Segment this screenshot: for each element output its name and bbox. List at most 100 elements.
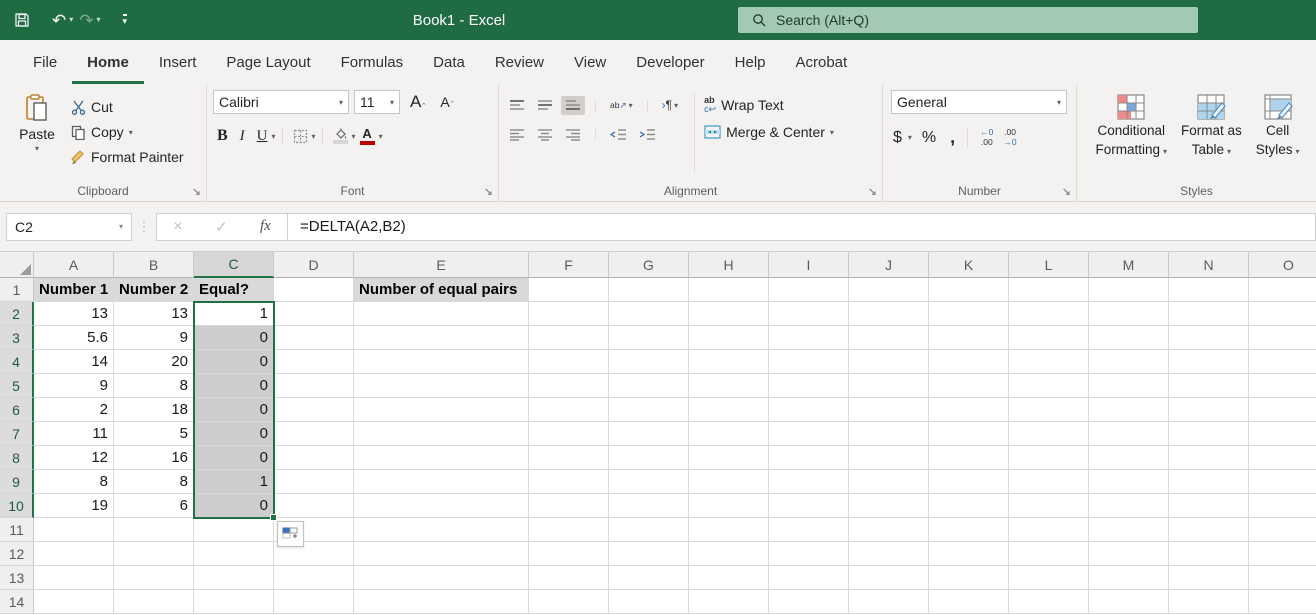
cell-E8[interactable] xyxy=(354,446,529,470)
cell-O4[interactable] xyxy=(1249,350,1316,374)
cell-M8[interactable] xyxy=(1089,446,1169,470)
cell-G2[interactable] xyxy=(609,302,689,326)
cell-J3[interactable] xyxy=(849,326,929,350)
cell-I11[interactable] xyxy=(769,518,849,542)
search-box[interactable]: Search (Alt+Q) xyxy=(738,7,1198,33)
cell-E11[interactable] xyxy=(354,518,529,542)
cell-K14[interactable] xyxy=(929,590,1009,614)
row-header-13[interactable]: 13 xyxy=(0,566,34,590)
cell-E6[interactable] xyxy=(354,398,529,422)
cell-O9[interactable] xyxy=(1249,470,1316,494)
font-color-button[interactable]: A xyxy=(356,124,379,148)
cell-A1[interactable]: Number 1 xyxy=(34,278,114,302)
row-header-14[interactable]: 14 xyxy=(0,590,34,614)
cell-M9[interactable] xyxy=(1089,470,1169,494)
row-header-11[interactable]: 11 xyxy=(0,518,34,542)
grow-font-button[interactable]: Aˆ xyxy=(405,90,430,114)
tab-file[interactable]: File xyxy=(18,40,72,84)
accounting-dropdown-icon[interactable]: ▾ xyxy=(908,133,912,142)
cell-L6[interactable] xyxy=(1009,398,1089,422)
save-button[interactable] xyxy=(14,12,30,28)
cell-B12[interactable] xyxy=(114,542,194,566)
tab-developer[interactable]: Developer xyxy=(621,40,719,84)
cell-M11[interactable] xyxy=(1089,518,1169,542)
cell-N3[interactable] xyxy=(1169,326,1249,350)
cell-N7[interactable] xyxy=(1169,422,1249,446)
cell-D3[interactable] xyxy=(274,326,354,350)
cell-J2[interactable] xyxy=(849,302,929,326)
row-header-5[interactable]: 5 xyxy=(0,374,34,398)
row-header-4[interactable]: 4 xyxy=(0,350,34,374)
cell-N14[interactable] xyxy=(1169,590,1249,614)
cell-N11[interactable] xyxy=(1169,518,1249,542)
column-header-C[interactable]: C xyxy=(194,252,274,278)
decrease-indent-button[interactable] xyxy=(606,125,631,144)
cell-C10[interactable]: 0 xyxy=(194,494,274,518)
merge-center-button[interactable]: Merge & Center ▾ xyxy=(701,123,837,141)
cell-L13[interactable] xyxy=(1009,566,1089,590)
fill-handle[interactable] xyxy=(270,514,277,521)
cell-H4[interactable] xyxy=(689,350,769,374)
cell-F9[interactable] xyxy=(529,470,609,494)
cell-D5[interactable] xyxy=(274,374,354,398)
column-header-A[interactable]: A xyxy=(34,252,114,278)
row-header-1[interactable]: 1 xyxy=(0,278,34,302)
cell-J13[interactable] xyxy=(849,566,929,590)
cell-I13[interactable] xyxy=(769,566,849,590)
cell-C7[interactable]: 0 xyxy=(194,422,274,446)
cell-L4[interactable] xyxy=(1009,350,1089,374)
conditional-formatting-button[interactable]: Conditional Formatting▾ xyxy=(1095,90,1167,177)
cell-K13[interactable] xyxy=(929,566,1009,590)
increase-decimal-button[interactable]: ←0 .00 xyxy=(976,125,997,151)
cell-E4[interactable] xyxy=(354,350,529,374)
cell-B7[interactable]: 5 xyxy=(114,422,194,446)
cell-H3[interactable] xyxy=(689,326,769,350)
cell-F12[interactable] xyxy=(529,542,609,566)
cell-A6[interactable]: 2 xyxy=(34,398,114,422)
cell-G8[interactable] xyxy=(609,446,689,470)
cell-J12[interactable] xyxy=(849,542,929,566)
cell-A3[interactable]: 5.6 xyxy=(34,326,114,350)
row-header-6[interactable]: 6 xyxy=(0,398,34,422)
cell-K9[interactable] xyxy=(929,470,1009,494)
cell-F8[interactable] xyxy=(529,446,609,470)
redo-dropdown-icon[interactable]: ▾ xyxy=(97,16,101,24)
fill-color-button[interactable] xyxy=(329,125,352,147)
row-header-12[interactable]: 12 xyxy=(0,542,34,566)
cell-D10[interactable] xyxy=(274,494,354,518)
cell-styles-button[interactable]: Cell Styles▾ xyxy=(1256,90,1300,177)
cell-O2[interactable] xyxy=(1249,302,1316,326)
select-all-button[interactable] xyxy=(0,252,34,278)
column-header-E[interactable]: E xyxy=(354,252,529,278)
cell-B11[interactable] xyxy=(114,518,194,542)
cell-A14[interactable] xyxy=(34,590,114,614)
format-as-table-button[interactable]: Format as Table▾ xyxy=(1181,90,1242,177)
cell-F7[interactable] xyxy=(529,422,609,446)
cell-O14[interactable] xyxy=(1249,590,1316,614)
cell-C8[interactable]: 0 xyxy=(194,446,274,470)
row-header-10[interactable]: 10 xyxy=(0,494,34,518)
cell-O3[interactable] xyxy=(1249,326,1316,350)
cell-L11[interactable] xyxy=(1009,518,1089,542)
cell-N13[interactable] xyxy=(1169,566,1249,590)
cell-E1[interactable]: Number of equal pairs xyxy=(354,278,529,302)
cell-M3[interactable] xyxy=(1089,326,1169,350)
italic-button[interactable]: I xyxy=(232,125,253,148)
cell-L9[interactable] xyxy=(1009,470,1089,494)
column-header-O[interactable]: O xyxy=(1249,252,1316,278)
cell-J1[interactable] xyxy=(849,278,929,302)
cell-D8[interactable] xyxy=(274,446,354,470)
cell-I8[interactable] xyxy=(769,446,849,470)
column-header-F[interactable]: F xyxy=(529,252,609,278)
cell-C14[interactable] xyxy=(194,590,274,614)
cell-A12[interactable] xyxy=(34,542,114,566)
cell-M12[interactable] xyxy=(1089,542,1169,566)
cell-G4[interactable] xyxy=(609,350,689,374)
cell-O5[interactable] xyxy=(1249,374,1316,398)
font-size-combo[interactable]: 11 ▾ xyxy=(354,90,400,114)
tab-acrobat[interactable]: Acrobat xyxy=(781,40,863,84)
cell-O1[interactable] xyxy=(1249,278,1316,302)
cell-M1[interactable] xyxy=(1089,278,1169,302)
cell-C2[interactable]: 1 xyxy=(194,302,274,326)
cell-L14[interactable] xyxy=(1009,590,1089,614)
